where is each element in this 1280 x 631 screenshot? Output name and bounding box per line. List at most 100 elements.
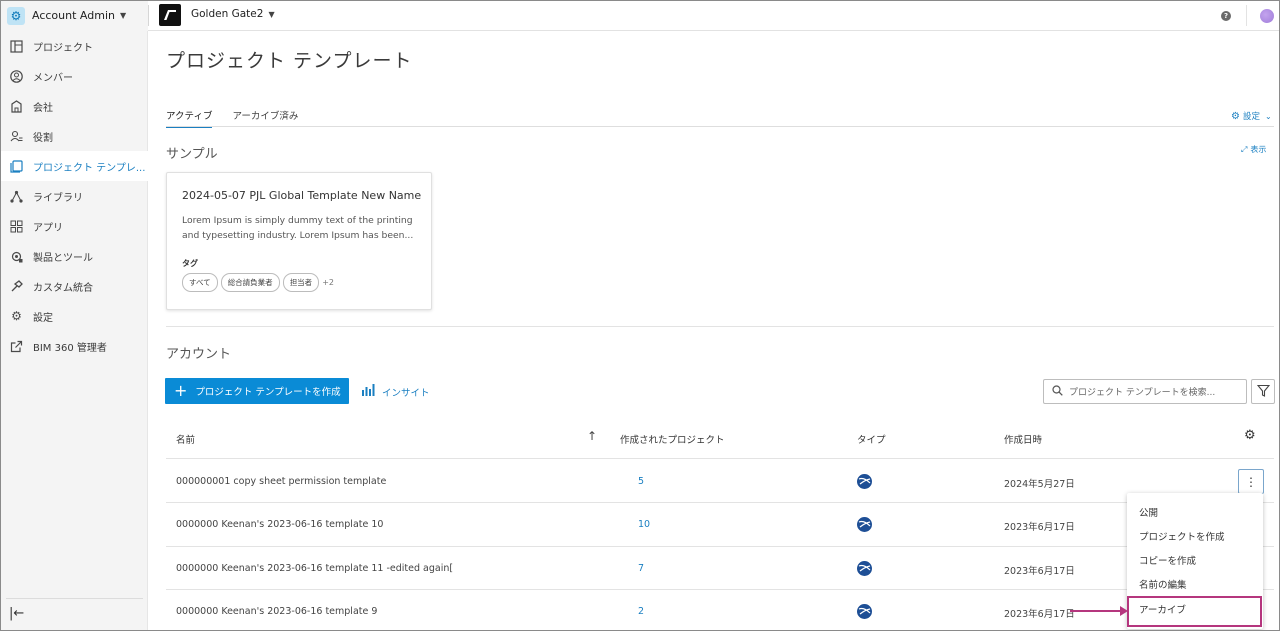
search-icon	[1052, 384, 1063, 399]
globe-icon	[857, 604, 872, 619]
sidebar-item-roles[interactable]: 役割	[0, 121, 148, 151]
template-search-input[interactable]: プロジェクト テンプレートを検索...	[1043, 379, 1247, 404]
external-link-icon	[9, 339, 24, 354]
table-row-count[interactable]: 2	[638, 606, 644, 617]
divider	[1246, 5, 1247, 26]
insight-label: インサイト	[382, 387, 430, 399]
table-row-name[interactable]: 0000000 Keenan's 2023-06-16 template 9	[176, 606, 377, 617]
globe-icon	[857, 517, 872, 532]
plus-icon: +	[174, 381, 188, 400]
divider	[166, 326, 1274, 327]
sidebar-item-bim360-admin[interactable]: BIM 360 管理者	[0, 331, 148, 361]
divider	[148, 5, 149, 26]
sidebar-item-label: ライブラリ	[33, 192, 83, 204]
column-header-created-at[interactable]: 作成日時	[1004, 432, 1042, 446]
menu-item-create-project[interactable]: プロジェクトを作成	[1139, 529, 1225, 543]
sidebar-item-library[interactable]: ライブラリ	[0, 181, 148, 211]
archive-highlight-box	[1127, 596, 1262, 627]
sidebar-item-products-tools[interactable]: 製品とツール	[0, 241, 148, 271]
filter-button[interactable]	[1251, 379, 1275, 404]
globe-icon	[857, 561, 872, 576]
gear-icon: ⚙	[7, 6, 25, 25]
divider	[166, 546, 1274, 547]
project-switcher[interactable]: Golden Gate2 ▼	[191, 8, 275, 20]
section-title-sample: サンプル	[166, 147, 218, 162]
column-header-created-projects[interactable]: 作成されたプロジェクト	[620, 432, 725, 446]
table-row-count[interactable]: 10	[638, 519, 650, 530]
divider	[166, 502, 1274, 503]
sidebar-item-label: カスタム統合	[33, 282, 93, 294]
sidebar-item-label: プロジェクト	[33, 42, 93, 54]
menu-item-publish[interactable]: 公開	[1139, 505, 1158, 519]
table-row-count[interactable]: 7	[638, 563, 644, 574]
sidebar-item-projects[interactable]: プロジェクト	[0, 31, 148, 61]
sidebar-item-label: 役割	[33, 132, 53, 144]
column-header-type[interactable]: タイプ	[857, 432, 886, 446]
table-row-name[interactable]: 000000001 copy sheet permission template	[176, 476, 386, 487]
sidebar-item-settings[interactable]: ⚙ 設定	[0, 301, 148, 331]
callout-arrow-head	[1120, 606, 1128, 616]
bar-chart-icon	[362, 384, 375, 399]
divider	[166, 126, 1274, 127]
more-tags-count: +2	[322, 278, 334, 287]
table-row-date: 2023年6月17日	[1004, 609, 1075, 620]
row-actions-menu-icon[interactable]: ⋮	[1238, 469, 1264, 494]
insight-link[interactable]: インサイト	[362, 384, 430, 399]
avatar[interactable]	[1260, 9, 1274, 23]
project-icon	[9, 39, 24, 54]
project-logo-icon[interactable]	[159, 4, 181, 26]
integration-icon	[9, 279, 24, 294]
chevron-down-icon: ▼	[268, 9, 275, 19]
table-row-name[interactable]: 0000000 Keenan's 2023-06-16 template 10	[176, 519, 383, 530]
page-title: プロジェクト テンプレート	[166, 50, 413, 72]
filter-icon	[1256, 384, 1270, 400]
screenshot-frame	[0, 0, 1280, 631]
sidebar-item-label: メンバー	[33, 72, 73, 84]
sidebar-item-company[interactable]: 会社	[0, 91, 148, 121]
table-row-date: 2023年6月17日	[1004, 566, 1075, 577]
sidebar-item-label: 設定	[33, 312, 53, 324]
table-row-date: 2023年6月17日	[1004, 522, 1075, 533]
template-icon	[9, 159, 24, 174]
column-header-name[interactable]: 名前	[176, 432, 195, 446]
table-row-name[interactable]: 0000000 Keenan's 2023-06-16 template 11 …	[176, 563, 453, 574]
collapse-sidebar-icon[interactable]: |←	[9, 606, 24, 621]
sidebar-item-custom-integration[interactable]: カスタム統合	[0, 271, 148, 301]
tag-label: タグ	[182, 259, 198, 268]
section-title-account: アカウント	[166, 347, 232, 362]
expand-view-link[interactable]: ⤢ 表示	[1241, 144, 1266, 155]
products-icon	[9, 249, 24, 264]
globe-icon	[857, 474, 872, 489]
account-name: Account Admin	[32, 9, 115, 22]
menu-item-duplicate[interactable]: コピーを作成	[1139, 553, 1196, 567]
tag-chip: すべて	[182, 273, 218, 292]
tab-active[interactable]: アクティブ	[166, 108, 213, 128]
settings-label: 設定	[1242, 112, 1260, 122]
tab-bar: アクティブ アーカイブ済み	[166, 108, 318, 128]
gear-icon: ⚙	[11, 309, 22, 323]
divider	[166, 458, 1274, 459]
tag-chip: 担当者	[282, 273, 320, 292]
settings-dropdown[interactable]: ⚙ 設定 ⌄	[1231, 110, 1272, 123]
sidebar-item-project-templates[interactable]: プロジェクト テンプレ...	[0, 151, 148, 181]
apps-icon	[9, 219, 24, 234]
expand-icon: ⤢	[1241, 145, 1248, 154]
account-switcher[interactable]: ⚙ Account Admin ▼	[0, 0, 148, 31]
menu-item-rename[interactable]: 名前の編集	[1139, 577, 1187, 591]
column-settings-gear-icon[interactable]: ⚙	[1244, 428, 1256, 443]
sidebar-item-members[interactable]: メンバー	[0, 61, 148, 91]
member-icon	[9, 69, 24, 84]
sample-template-card[interactable]: 2024-05-07 PJL Global Template New Name …	[166, 172, 432, 310]
card-title: 2024-05-07 PJL Global Template New Name	[182, 189, 422, 202]
sort-ascending-icon[interactable]: ↑	[587, 429, 597, 443]
help-icon[interactable]: ?	[1221, 11, 1231, 21]
role-icon	[9, 129, 24, 144]
sidebar-item-apps[interactable]: アプリ	[0, 211, 148, 241]
table-row-count[interactable]: 5	[638, 476, 644, 487]
sidebar: プロジェクト メンバー 会社 役割 プロジェクト テンプレ... ライブラリ ア…	[0, 31, 148, 631]
create-template-button[interactable]: + プロジェクト テンプレートを作成	[165, 378, 349, 404]
card-description: Lorem Ipsum is simply dummy text of the …	[182, 215, 414, 241]
tab-archived[interactable]: アーカイブ済み	[232, 108, 298, 128]
sidebar-item-label: 会社	[33, 102, 53, 114]
top-bar: ⚙ Account Admin ▼ Golden Gate2 ▼ ?	[0, 0, 1280, 31]
